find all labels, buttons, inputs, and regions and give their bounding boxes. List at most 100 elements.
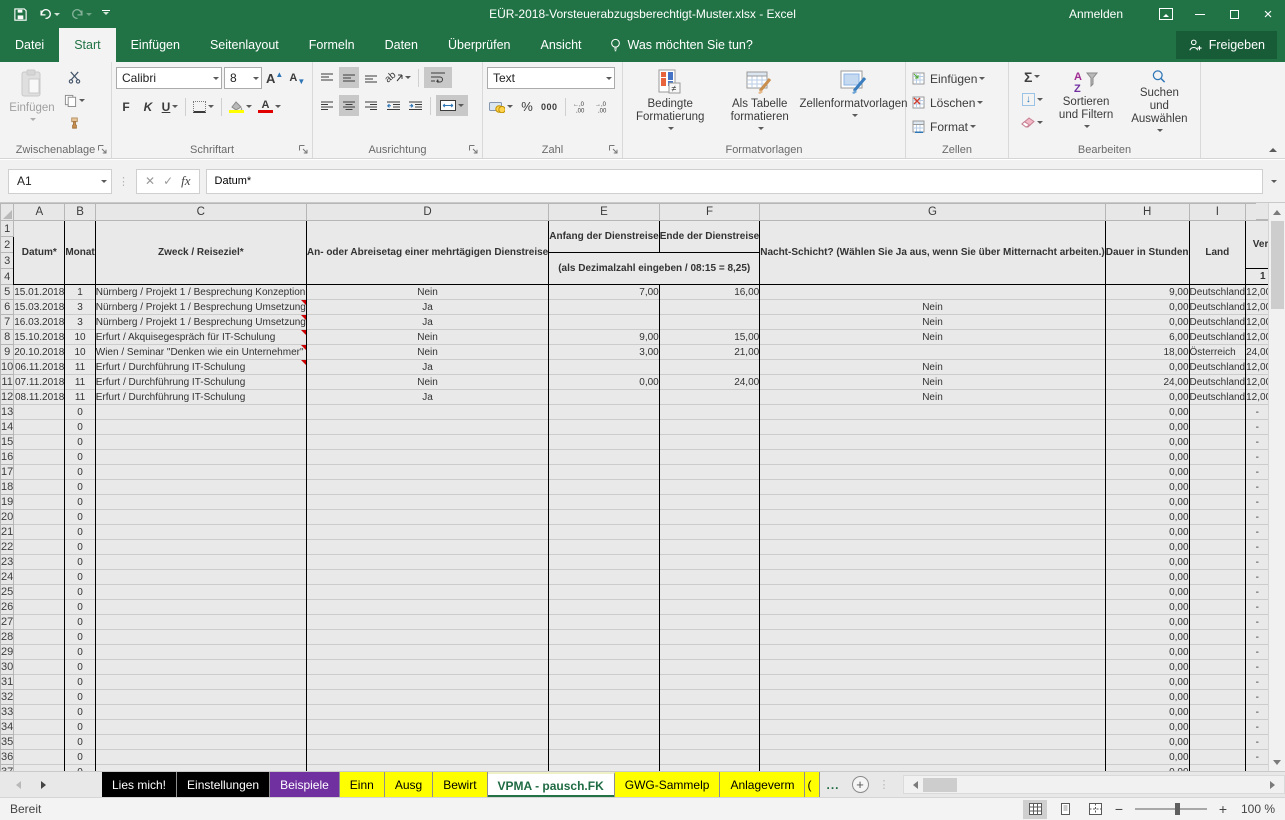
cell-J10[interactable]: 12,00 € [1246,360,1268,375]
cell-H11[interactable]: 24,00 [1105,375,1189,390]
row-header-22[interactable]: 22 [1,540,14,555]
cell-I32[interactable] [1189,690,1246,705]
cell-A29[interactable] [14,645,65,660]
cell-C8[interactable]: Erfurt / Akquisegespräch für IT-Schulung [95,330,306,345]
cell-D14[interactable] [306,420,548,435]
scroll-down-icon[interactable] [1270,755,1285,770]
row-header-10[interactable]: 10 [1,360,14,375]
cell-E27[interactable] [549,615,659,630]
cancel-entry-icon[interactable]: ✕ [145,174,155,188]
column-header-H[interactable]: H [1105,204,1189,221]
cell-F27[interactable] [659,615,759,630]
cell-D31[interactable] [306,675,548,690]
sheet-tab-einstellungen[interactable]: Einstellungen [177,772,270,797]
sheet-tab-ausg[interactable]: Ausg [385,772,433,797]
cell-G28[interactable] [760,630,1106,645]
row-header-1[interactable]: 1 [1,221,14,237]
zoom-slider-thumb[interactable] [1175,803,1180,815]
cell-H27[interactable]: 0,00 [1105,615,1189,630]
ribbon-tab-überprüfen[interactable]: Überprüfen [433,28,526,62]
row-header-32[interactable]: 32 [1,690,14,705]
cell-F14[interactable] [659,420,759,435]
cell-F7[interactable] [659,315,759,330]
cell-I18[interactable] [1189,480,1246,495]
cell-E26[interactable] [549,600,659,615]
cell-B9[interactable]: 10 [65,345,95,360]
cell-H6[interactable]: 0,00 [1105,300,1189,315]
cell-D15[interactable] [306,435,548,450]
cell-B24[interactable]: 0 [65,570,95,585]
cell-D7[interactable]: Ja [306,315,548,330]
cell-I25[interactable] [1189,585,1246,600]
cell-D23[interactable] [306,555,548,570]
cell-I23[interactable] [1189,555,1246,570]
sheet-tab--[interactable]: ( [805,772,820,797]
cell-I22[interactable] [1189,540,1246,555]
cell-D9[interactable]: Nein [306,345,548,360]
cell-F24[interactable] [659,570,759,585]
cell-F12[interactable] [659,390,759,405]
cell-F16[interactable] [659,450,759,465]
cell-I1[interactable]: Land [1189,221,1246,285]
cell-F13[interactable] [659,405,759,420]
cell-I17[interactable] [1189,465,1246,480]
cell-I26[interactable] [1189,600,1246,615]
autosum-button[interactable]: Σ [1015,66,1049,87]
cell-H9[interactable]: 18,00 [1105,345,1189,360]
cell-C26[interactable] [95,600,306,615]
cell-E3[interactable]: (als Dezimalzahl eingeben / 08:15 = 8,25… [549,253,760,285]
cell-D35[interactable] [306,735,548,750]
close-button[interactable]: × [1251,0,1285,28]
sheet-tab-beispiele[interactable]: Beispiele [270,772,340,797]
cell-A1[interactable]: Datum* [14,221,65,285]
conditional-formatting-button[interactable]: ≠ Bedingte Formatierung [627,65,713,137]
cell-J35[interactable]: -€ [1246,735,1268,750]
column-header-I[interactable]: I [1189,204,1246,221]
share-button[interactable]: Freigeben [1176,31,1277,59]
cell-H23[interactable]: 0,00 [1105,555,1189,570]
cell-A20[interactable] [14,510,65,525]
cell-J13[interactable]: -€ [1246,405,1268,420]
cell-G6[interactable]: Nein [760,300,1106,315]
grow-font-button[interactable]: A▲ [264,68,285,89]
cell-D28[interactable] [306,630,548,645]
cell-C33[interactable] [95,705,306,720]
row-header-25[interactable]: 25 [1,585,14,600]
cell-C24[interactable] [95,570,306,585]
cell-C30[interactable] [95,660,306,675]
cell-C17[interactable] [95,465,306,480]
cell-C9[interactable]: Wien / Seminar "Denken wie ein Unternehm… [95,345,306,360]
cell-C13[interactable] [95,405,306,420]
cell-G34[interactable] [760,720,1106,735]
clear-button[interactable] [1015,112,1049,133]
cell-B12[interactable]: 11 [65,390,95,405]
decrease-indent-button[interactable] [383,95,403,116]
cell-J33[interactable]: -€ [1246,705,1268,720]
cell-G9[interactable] [760,345,1106,360]
cell-B16[interactable]: 0 [65,450,95,465]
ribbon-tab-ansicht[interactable]: Ansicht [526,28,597,62]
cell-D26[interactable] [306,600,548,615]
row-header-2[interactable]: 2 [1,237,14,253]
cell-A10[interactable]: 06.11.2018 [14,360,65,375]
cell-G29[interactable] [760,645,1106,660]
number-format-combo[interactable]: Text [487,67,615,89]
sort-filter-button[interactable]: AZ Sortieren und Filtern [1049,65,1122,137]
cell-G11[interactable]: Nein [760,375,1106,390]
cell-A9[interactable]: 20.10.2018 [14,345,65,360]
cell-A16[interactable] [14,450,65,465]
sheet-tab-anlageverm[interactable]: Anlageverm [720,772,805,797]
cell-I35[interactable] [1189,735,1246,750]
cell-B8[interactable]: 10 [65,330,95,345]
ribbon-tab-seitenlayout[interactable]: Seitenlayout [195,28,294,62]
row-header-33[interactable]: 33 [1,705,14,720]
percent-style-button[interactable]: % [517,96,537,117]
cell-F28[interactable] [659,630,759,645]
sheet-tab-gwg-sammelp[interactable]: GWG-Sammelp [615,772,721,797]
cell-A7[interactable]: 16.03.2018 [14,315,65,330]
cell-H18[interactable]: 0,00 [1105,480,1189,495]
cell-D10[interactable]: Ja [306,360,548,375]
cell-H10[interactable]: 0,00 [1105,360,1189,375]
cell-F33[interactable] [659,705,759,720]
row-header-18[interactable]: 18 [1,480,14,495]
